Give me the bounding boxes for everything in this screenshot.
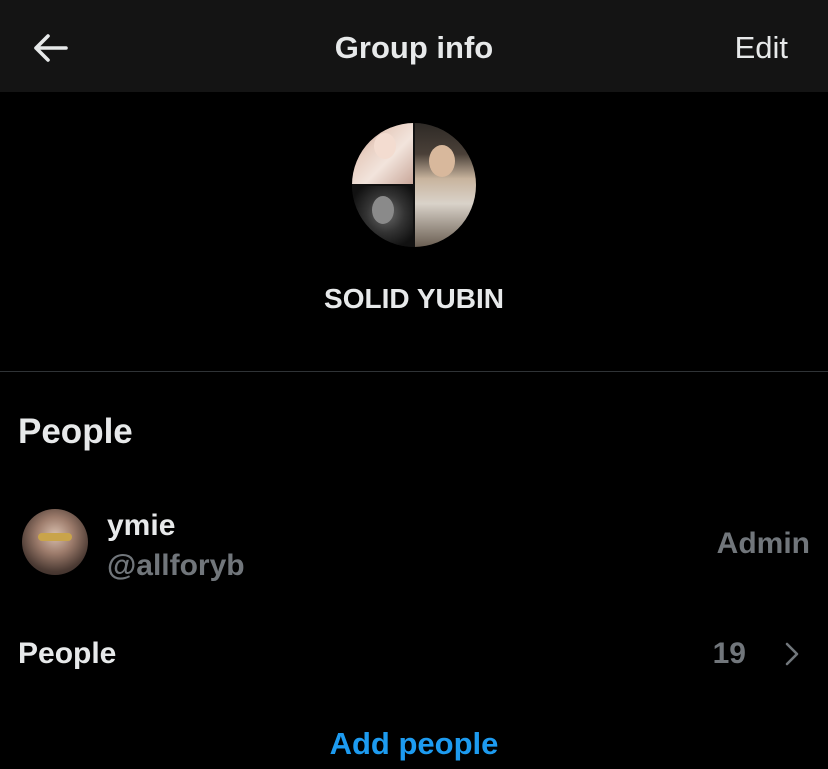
chevron-right-icon [785, 642, 799, 666]
avatar[interactable] [22, 509, 88, 575]
avatar-detail [38, 533, 72, 541]
group-avatar-photo-1 [352, 123, 413, 184]
add-people-container: Add people [0, 724, 828, 764]
group-avatar-face [374, 133, 396, 159]
member-name: ymie [107, 509, 176, 542]
edit-button[interactable]: Edit [735, 28, 788, 68]
people-row-label: People [18, 637, 117, 670]
group-avatar-photo-2 [352, 186, 413, 247]
divider [0, 371, 828, 372]
group-avatar-face [372, 196, 394, 224]
group-avatar[interactable] [352, 123, 476, 247]
group-avatar-face [429, 145, 455, 177]
top-bar: Group info Edit [0, 0, 828, 92]
member-role-badge: Admin [716, 527, 810, 560]
people-list-row[interactable]: People 19 [0, 630, 828, 680]
add-people-button[interactable]: Add people [330, 726, 499, 761]
people-section-title: People [18, 412, 133, 451]
member-handle: @allforyb [107, 549, 245, 582]
page-title: Group info [334, 30, 494, 65]
group-avatar-photo-3 [415, 123, 476, 247]
group-name: SOLID YUBIN [324, 283, 504, 314]
people-count: 19 [712, 637, 746, 670]
member-row[interactable]: ymie @allforyb Admin [0, 500, 828, 590]
